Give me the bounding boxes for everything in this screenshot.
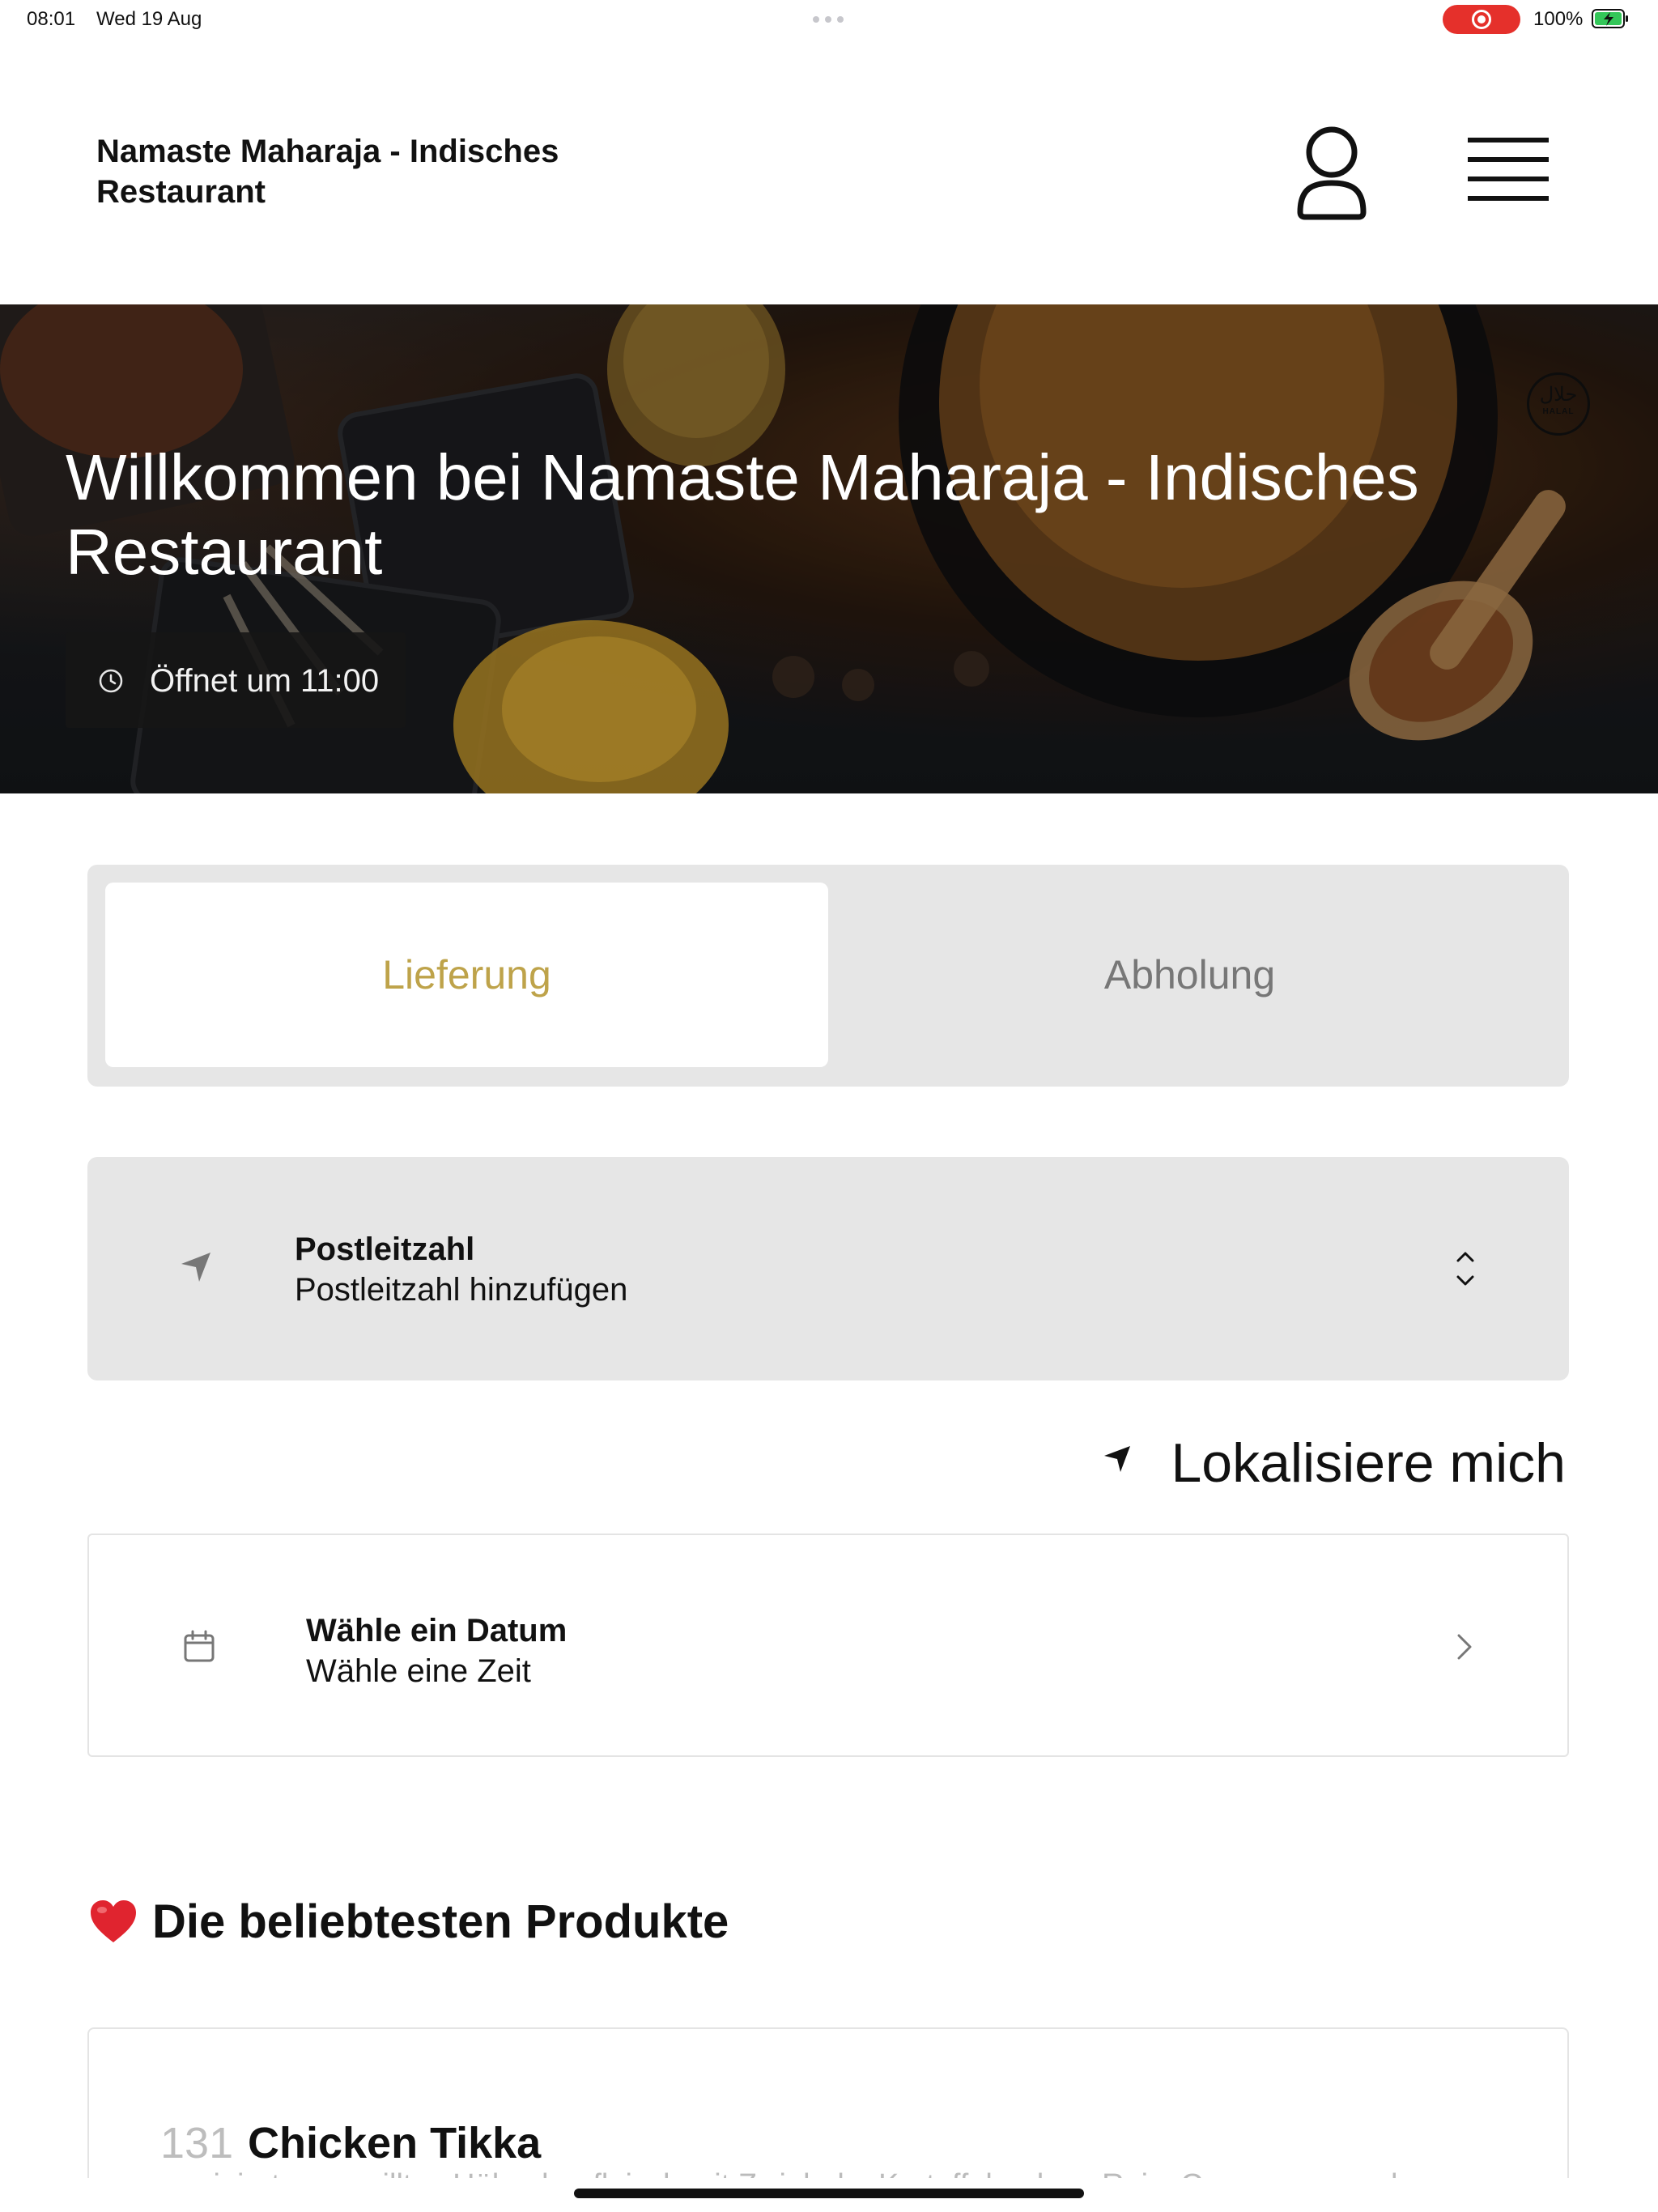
postcode-label: Postleitzahl [295, 1231, 475, 1267]
calendar-icon [184, 1630, 215, 1662]
multitasking-dots[interactable] [813, 16, 844, 23]
menu-button[interactable] [1457, 130, 1559, 211]
location-arrow-icon [1104, 1446, 1130, 1472]
halal-badge-arabic: حلال [1539, 383, 1578, 406]
popular-products-heading: Die beliebtesten Produkte [89, 1895, 729, 1949]
locate-me-label: Lokalisiere mich [1171, 1432, 1566, 1494]
tab-delivery[interactable]: Lieferung [105, 883, 828, 1067]
battery-percentage: 100% [1533, 8, 1584, 30]
menu-icon [1468, 138, 1549, 201]
popular-products-title: Die beliebtesten Produkte [152, 1895, 729, 1948]
opening-hours-badge: Öffnet um 11:00 [66, 632, 406, 728]
home-indicator[interactable] [574, 2189, 1084, 2198]
hero-banner: حلال HALAL Willkommen bei Namaste Mahara… [0, 304, 1658, 793]
date-label: Wähle ein Datum [306, 1613, 568, 1648]
screen-recording-icon[interactable] [1443, 5, 1520, 34]
account-button[interactable] [1287, 121, 1376, 227]
status-time: 08:01 [27, 8, 76, 30]
welcome-heading: Willkommen bei Namaste Maharaja - Indisc… [66, 441, 1419, 588]
heart-icon [91, 1899, 136, 1942]
halal-badge-label: HALAL [1542, 407, 1575, 416]
user-icon [1297, 126, 1367, 220]
halal-badge: حلال HALAL [1527, 372, 1590, 436]
postcode-selector[interactable]: Postleitzahl Postleitzahl hinzufügen [87, 1157, 1569, 1380]
time-label: Wähle eine Zeit [306, 1653, 531, 1689]
chevron-up-down-icon [1456, 1252, 1474, 1286]
order-mode-toggle: Lieferung Abholung [87, 865, 1569, 1087]
clock-icon [99, 669, 123, 693]
battery-charging-icon [1592, 9, 1628, 28]
postcode-placeholder: Postleitzahl hinzufügen [295, 1272, 628, 1308]
tab-pickup[interactable]: Abholung [828, 883, 1551, 1067]
opening-hours-text: Öffnet um 11:00 [150, 663, 380, 699]
location-arrow-icon [181, 1253, 210, 1282]
date-time-selector[interactable]: Wähle ein Datum Wähle eine Zeit [87, 1534, 1569, 1757]
product-number: 131 [160, 2119, 234, 2167]
status-bar: 08:01 Wed 19 Aug 100% [0, 0, 1658, 39]
locate-me-button[interactable]: Lokalisiere mich [1101, 1425, 1569, 1494]
product-name: Chicken Tikka [248, 2119, 542, 2167]
chevron-right-icon [1457, 1634, 1472, 1660]
status-date: Wed 19 Aug [96, 8, 202, 30]
restaurant-name[interactable]: Namaste Maharaja - Indisches Restaurant [96, 131, 614, 212]
